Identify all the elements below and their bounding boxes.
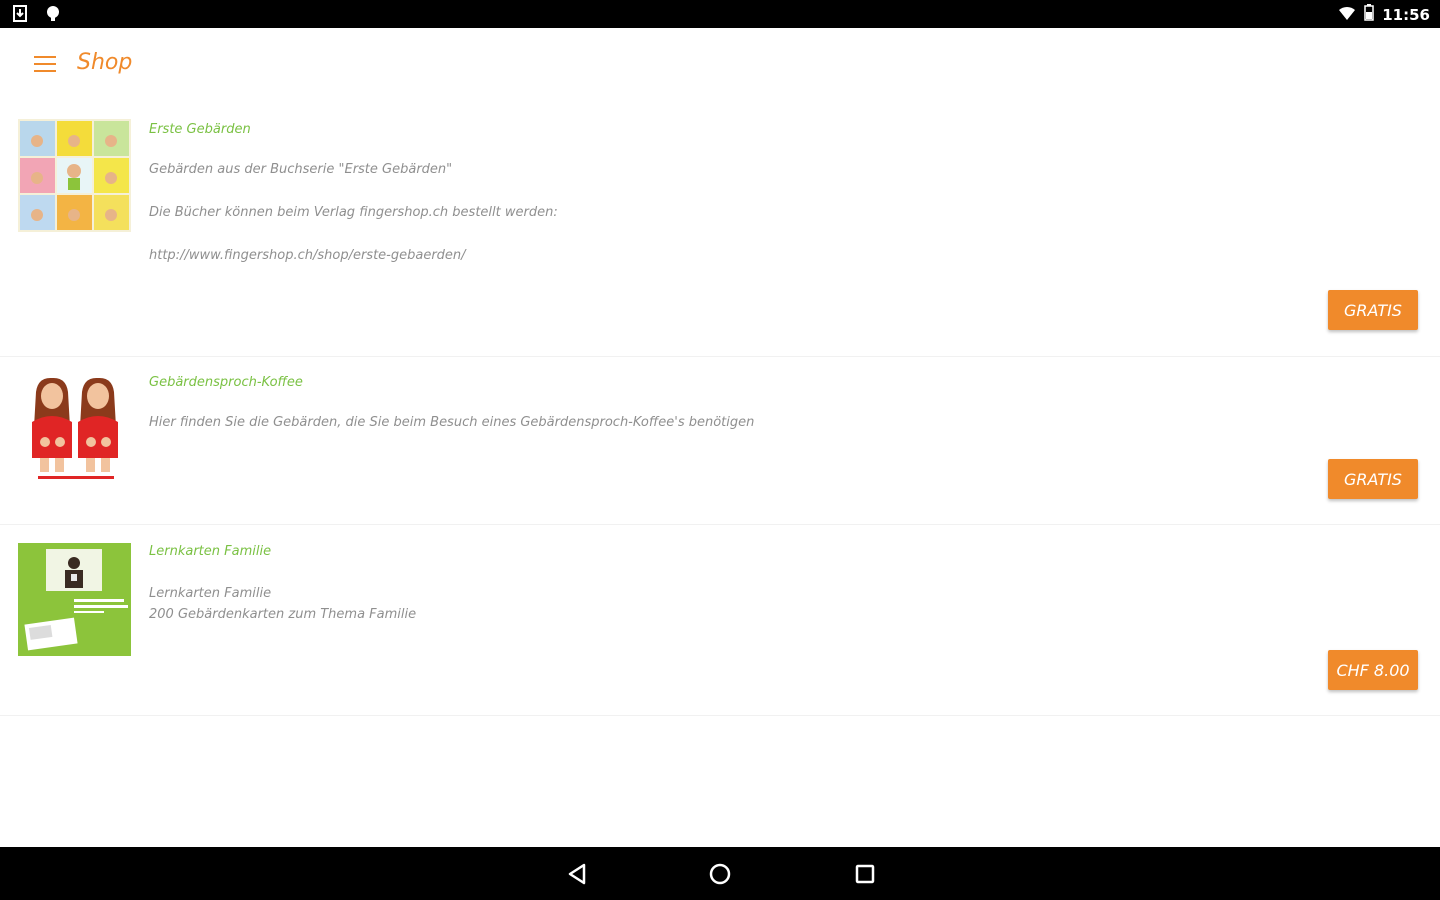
notification-icon (46, 5, 60, 27)
product-description-line: Lernkarten Familie (149, 586, 272, 601)
wifi-icon (1338, 5, 1356, 25)
product-link[interactable]: http://www.fingershop.ch/shop/erste-geba… (149, 245, 466, 266)
product-description-line: Die Bücher können beim Verlag fingershop… (149, 205, 558, 220)
back-icon[interactable] (561, 858, 593, 890)
product-image (18, 543, 131, 656)
clock-time: 11:56 (1382, 5, 1430, 24)
battery-icon (1364, 4, 1374, 25)
navigation-bar (0, 847, 1440, 900)
home-icon[interactable] (704, 858, 736, 890)
product-image (18, 119, 131, 232)
gratis-button[interactable]: GRATIS (1328, 290, 1418, 330)
product-title: Lernkarten Familie (149, 544, 272, 559)
product-description-line: Gebärden aus der Buchserie "Erste Gebärd… (149, 162, 453, 177)
product-image (18, 372, 131, 485)
buy-button[interactable]: CHF 8.00 (1328, 650, 1418, 690)
list-item: Erste Gebärden Gebärden aus der Buchseri… (0, 104, 1440, 357)
list-item: Gebärdensproch-Koffee Hier finden Sie di… (0, 357, 1440, 525)
hamburger-icon[interactable] (30, 50, 62, 82)
product-description-line: 200 Gebärdenkarten zum Thema Familie (149, 607, 417, 622)
list-item: Lernkarten Familie Lernkarten Familie 20… (0, 525, 1440, 716)
product-title: Gebärdensproch-Koffee (149, 375, 303, 390)
page-title: Shop (77, 50, 133, 75)
app-toolbar: Shop (0, 28, 1440, 104)
product-description-line: Hier finden Sie die Gebärden, die Sie be… (149, 415, 755, 430)
gratis-button[interactable]: GRATIS (1328, 459, 1418, 499)
download-icon (12, 5, 28, 27)
product-title: Erste Gebärden (149, 122, 251, 137)
status-bar: 11:56 (0, 0, 1440, 28)
recents-icon[interactable] (849, 858, 881, 890)
